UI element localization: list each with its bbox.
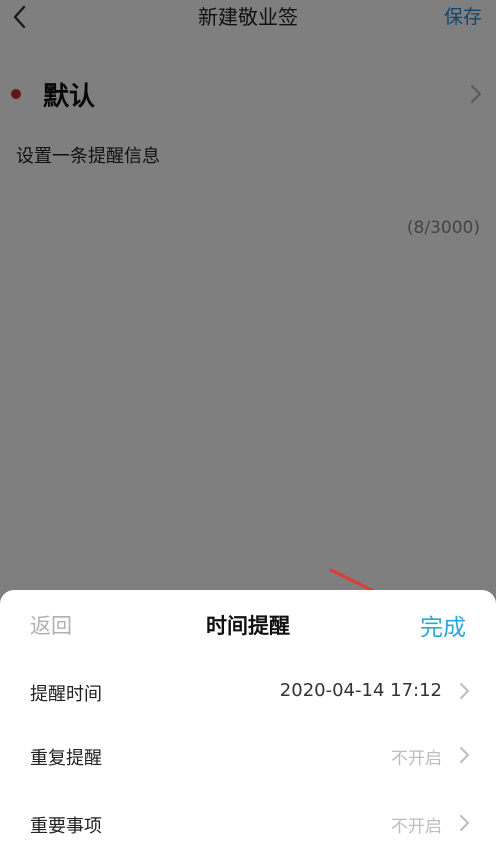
repeat-reminder-value: 不开启	[391, 749, 442, 769]
important-item-row[interactable]: 重要事项 不开启	[0, 794, 496, 854]
chevron-right-icon	[460, 815, 469, 831]
repeat-reminder-label: 重复提醒	[30, 748, 102, 769]
reminder-time-label: 提醒时间	[30, 684, 102, 705]
reminder-time-row[interactable]: 提醒时间 2020-04-14 17:12	[0, 662, 496, 722]
important-item-value: 不开启	[391, 817, 442, 837]
important-item-label: 重要事项	[30, 816, 102, 837]
chevron-right-icon	[460, 683, 469, 699]
reminder-time-value: 2020-04-14 17:12	[279, 680, 442, 701]
done-button[interactable]: 完成	[420, 608, 466, 642]
repeat-reminder-row[interactable]: 重复提醒 不开启	[0, 726, 496, 786]
time-reminder-sheet: 返回 时间提醒 完成 提醒时间 2020-04-14 17:12 重复提醒 不开…	[0, 590, 496, 862]
chevron-right-icon	[460, 747, 469, 763]
